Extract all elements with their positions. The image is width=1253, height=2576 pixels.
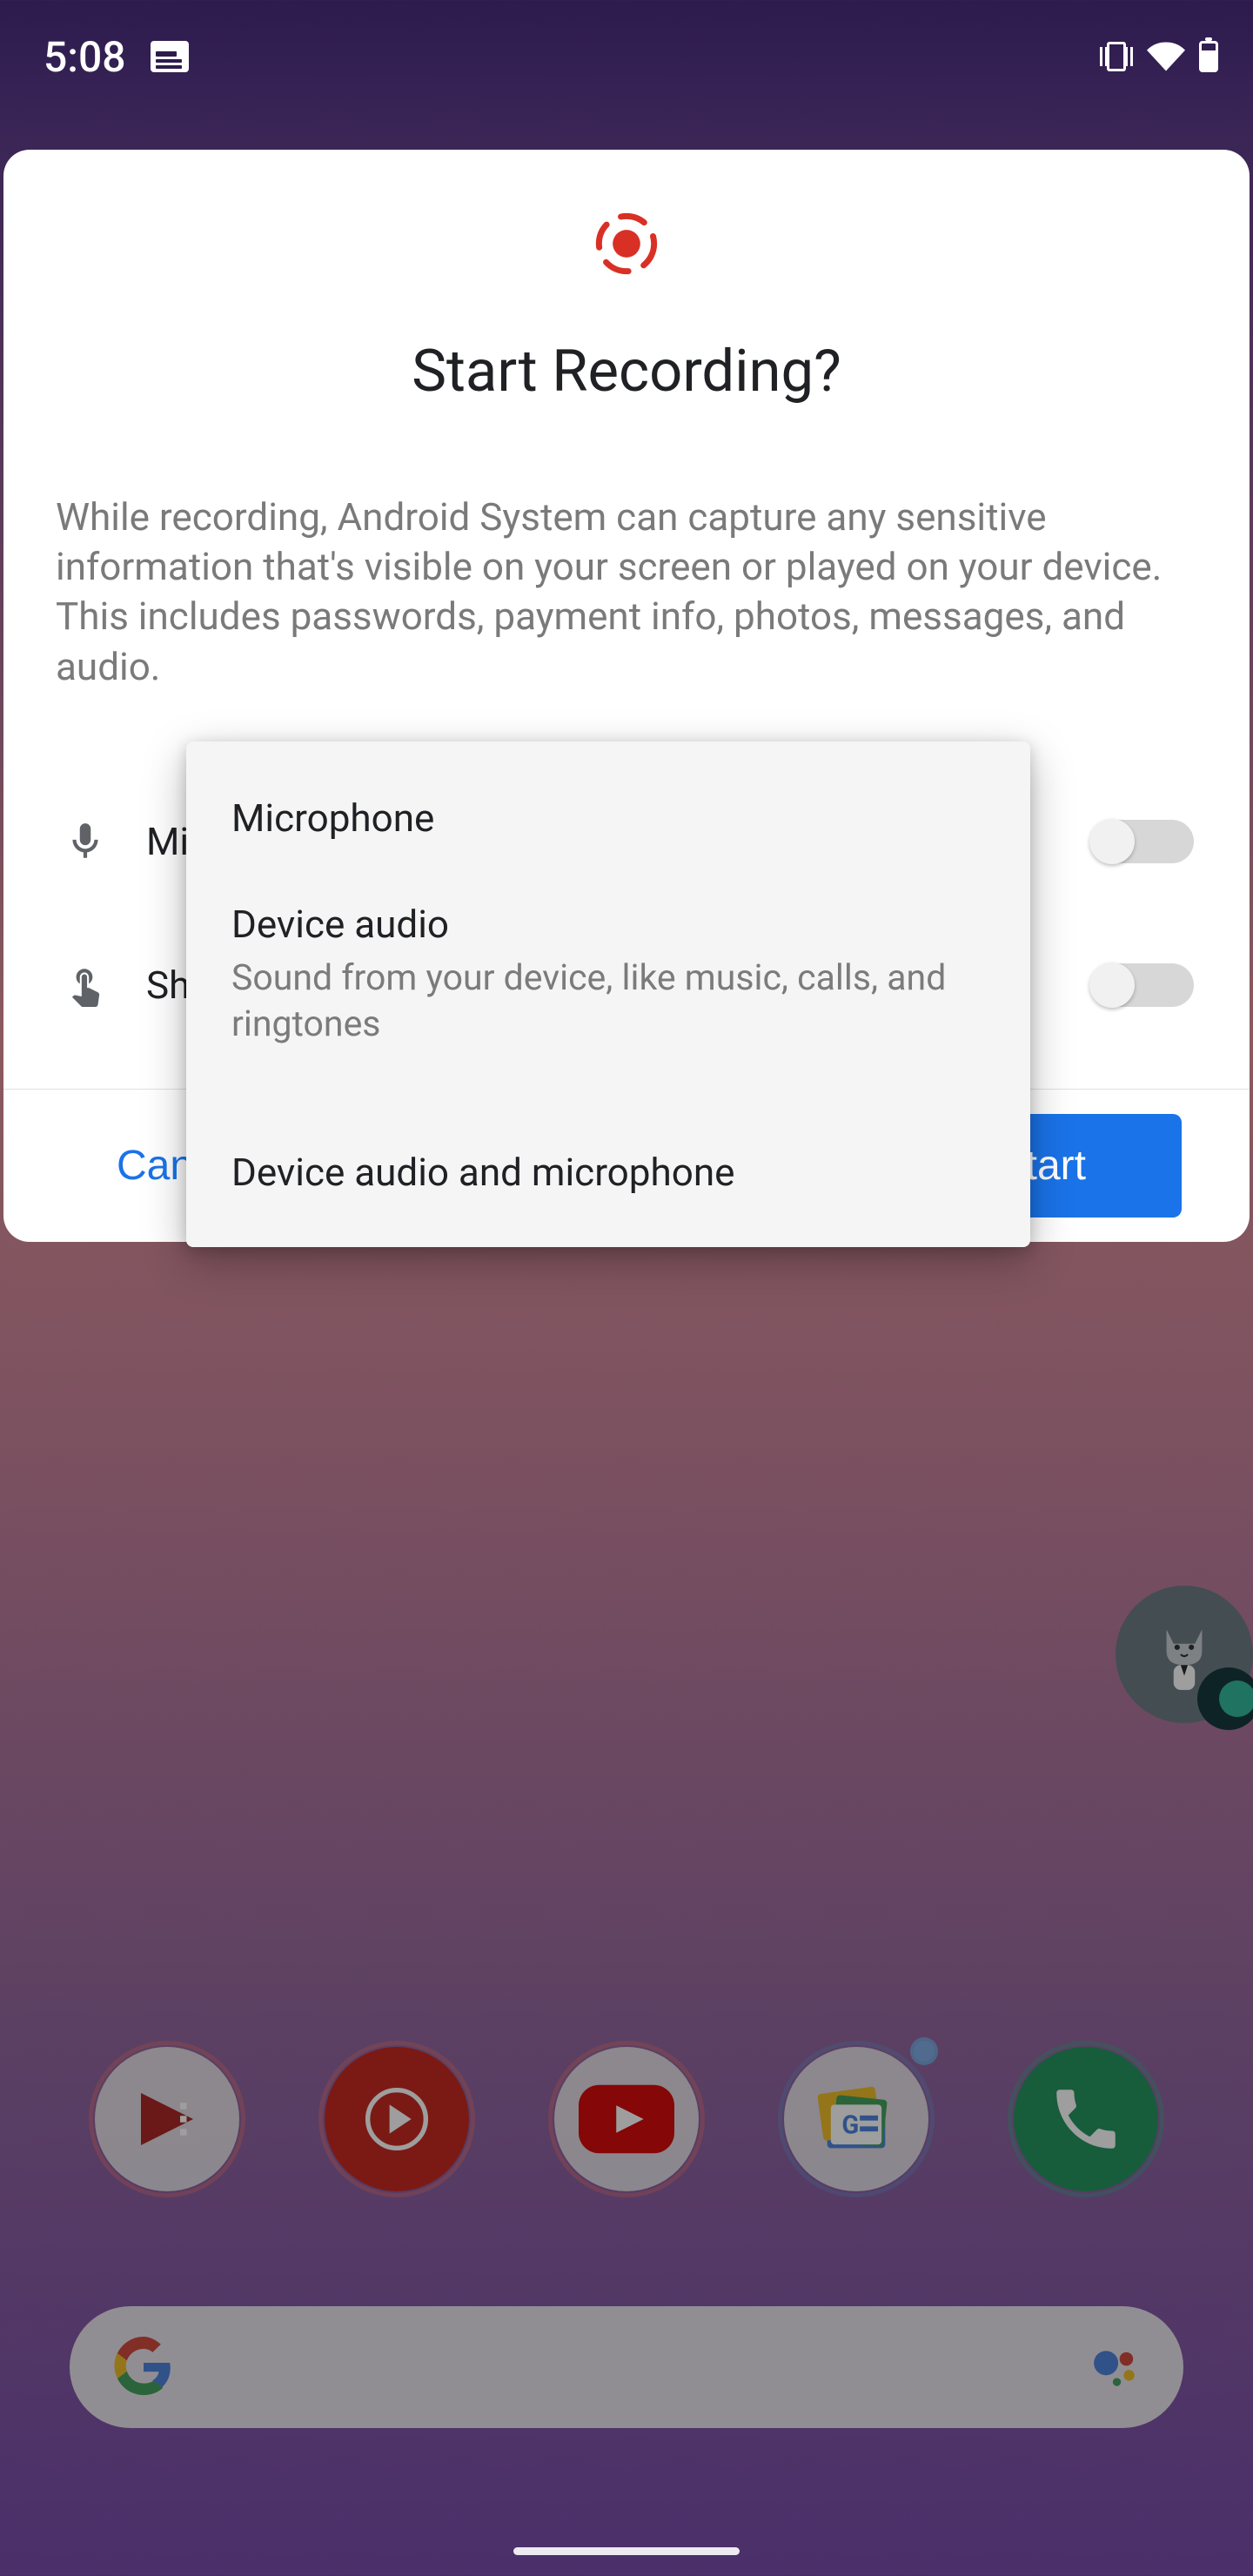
floating-cat-bubble[interactable]	[1116, 1586, 1253, 1723]
record-icon	[593, 211, 660, 277]
dropdown-item-microphone[interactable]: Microphone	[186, 752, 1030, 849]
dialog-title: Start Recording?	[3, 338, 1250, 406]
google-news-icon: G	[813, 2076, 900, 2163]
dock-google-news[interactable]: G	[778, 2041, 935, 2197]
dropdown-item-title: Device audio and microphone	[231, 1150, 985, 1195]
dropdown-item-subtitle: Sound from your device, like music, call…	[231, 956, 985, 1049]
google-search-bar[interactable]	[70, 2306, 1183, 2428]
assistant-icon[interactable]	[1091, 2343, 1140, 2392]
battery-icon	[1199, 41, 1218, 72]
dialog-description: While recording, Android System can capt…	[3, 493, 1250, 692]
dropdown-item-device-and-mic[interactable]: Device audio and microphone	[186, 1080, 1030, 1195]
status-right	[1100, 41, 1218, 72]
dropdown-item-title: Microphone	[231, 795, 985, 841]
dock-play-movies[interactable]	[89, 2041, 245, 2197]
play-movies-icon	[128, 2080, 206, 2158]
bubble-badge	[1197, 1667, 1253, 1730]
dialog-icon-wrap	[3, 150, 1250, 277]
dock-hangouts[interactable]	[1008, 2041, 1164, 2197]
status-left: 5:08	[44, 32, 189, 82]
dropdown-item-device-audio[interactable]: Device audio Sound from your device, lik…	[186, 849, 1030, 1080]
dock-youtube[interactable]	[548, 2041, 705, 2197]
notification-dot	[910, 2037, 938, 2065]
youtube-icon	[579, 2084, 674, 2154]
dock-youtube-music[interactable]	[318, 2041, 475, 2197]
navigation-handle[interactable]	[513, 2547, 740, 2555]
google-g-icon	[113, 2337, 174, 2398]
phone-icon	[1047, 2080, 1125, 2158]
news-notification-icon	[151, 41, 189, 72]
audio-source-dropdown: Microphone Device audio Sound from your …	[186, 741, 1030, 1247]
microphone-icon	[59, 820, 111, 863]
youtube-music-icon	[353, 2076, 440, 2163]
status-time: 5:08	[44, 32, 126, 82]
status-bar: 5:08	[0, 0, 1253, 113]
dropdown-item-title: Device audio	[231, 902, 985, 947]
svg-text:G: G	[841, 2111, 859, 2141]
vibrate-icon	[1100, 44, 1133, 70]
touch-icon	[59, 963, 111, 1007]
wifi-icon	[1147, 42, 1185, 71]
record-audio-toggle[interactable]	[1091, 820, 1194, 863]
home-dock: G	[0, 2041, 1253, 2197]
start-recording-dialog: Start Recording? While recording, Androi…	[3, 150, 1250, 1242]
show-touches-toggle[interactable]	[1091, 963, 1194, 1007]
